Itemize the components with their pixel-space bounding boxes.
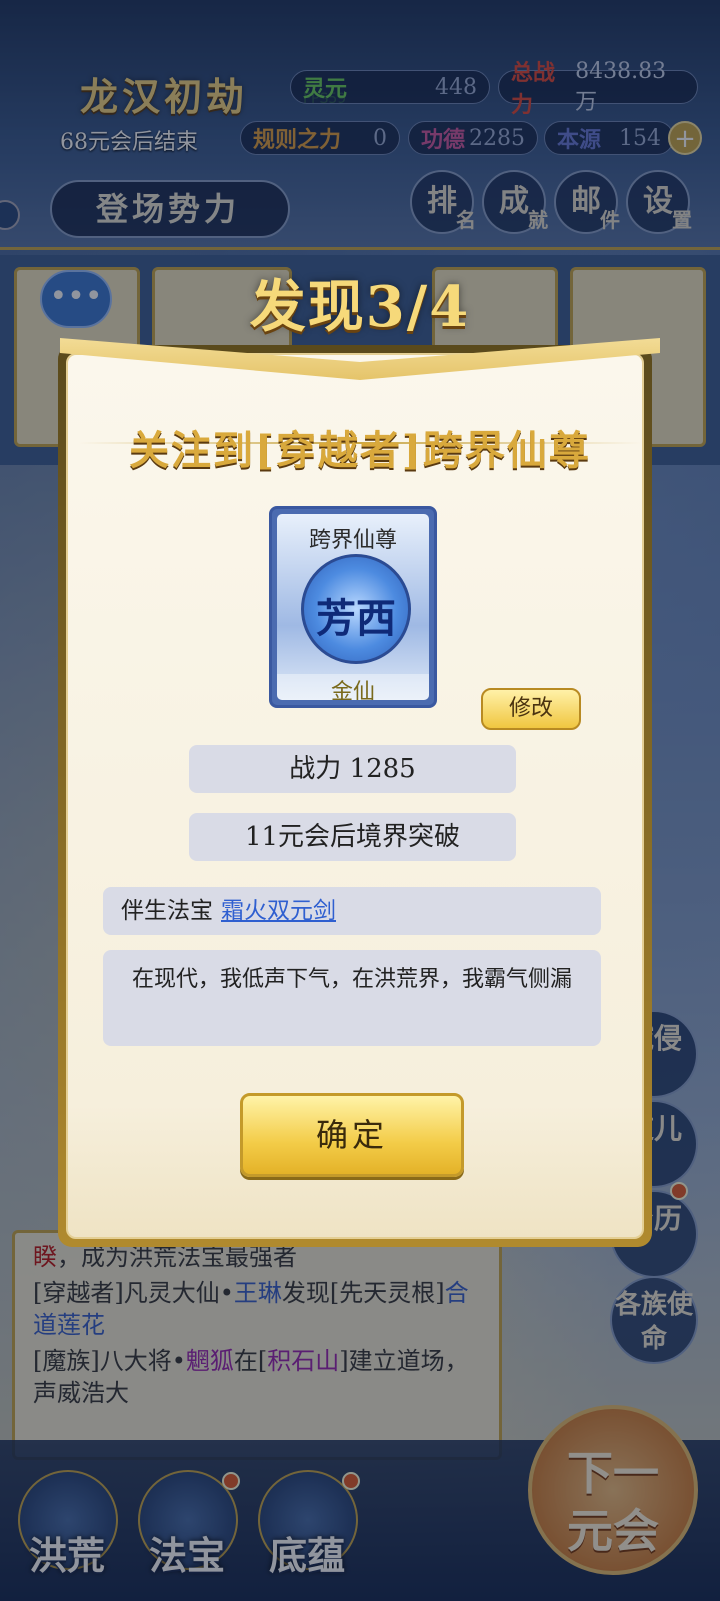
character-quote: 在现代，我低声下气，在洪荒界，我霸气侧漏 (103, 950, 601, 1046)
breakthrough-pill: 11元会后境界突破 (189, 813, 516, 861)
character-card: 跨界仙尊 芳西 金仙 (269, 506, 437, 708)
card-title: 跨界仙尊 (308, 528, 397, 553)
weapon-link[interactable]: 霜火双元剑 (221, 898, 336, 924)
discovery-counter: 发现3/4 (249, 274, 471, 340)
edit-button[interactable]: 修改 (481, 688, 581, 730)
card-face: 跨界仙尊 芳西 金仙 (277, 514, 429, 700)
power-pill: 战力 1285 (189, 745, 516, 793)
weapon-label: 伴生法宝 (121, 898, 213, 924)
confirm-button[interactable]: 确定 (240, 1093, 464, 1177)
character-name: 芳西 (316, 595, 396, 642)
character-realm: 金仙 (277, 674, 429, 700)
companion-weapon-row: 伴生法宝 霜火双元剑 (103, 887, 601, 935)
modal-title: 关注到[穿越者]跨界仙尊 (129, 427, 591, 474)
